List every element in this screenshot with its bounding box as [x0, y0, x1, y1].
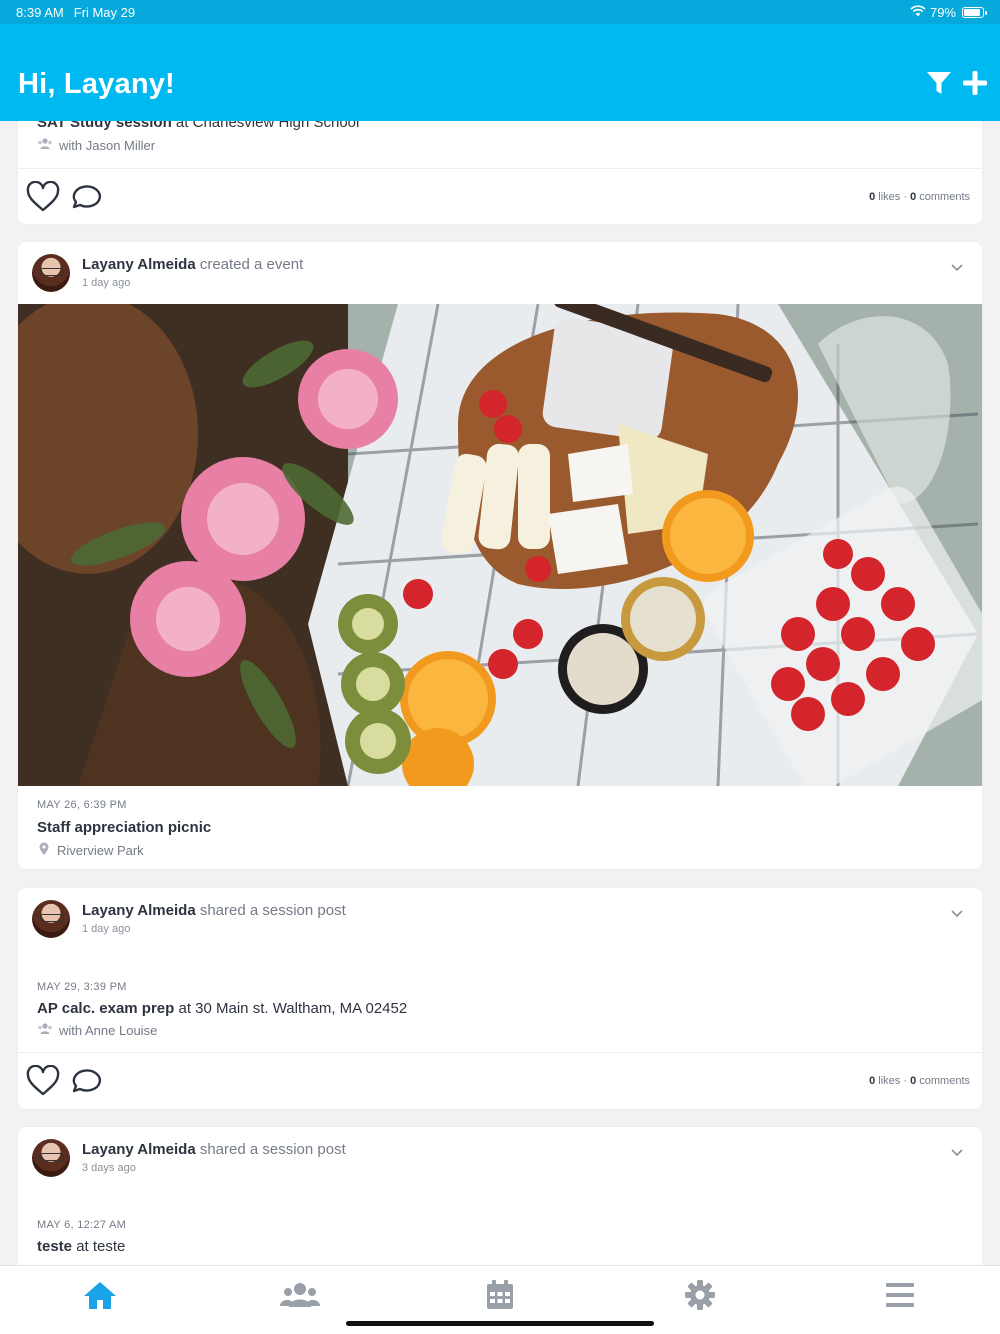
- picnic-image: [18, 304, 982, 786]
- event-date: MAY 26, 6:39 PM: [37, 799, 127, 811]
- heart-icon: [26, 180, 60, 212]
- comment-button[interactable]: [68, 181, 102, 218]
- home-icon: [84, 1282, 116, 1309]
- plus-icon: [962, 70, 988, 101]
- session-participants: with Anne Louise: [37, 1023, 157, 1038]
- post-timestamp: 1 day ago: [82, 277, 131, 289]
- session-title[interactable]: teste at teste: [37, 1238, 125, 1255]
- post-header: Layany Almeida shared a session post 1 d…: [18, 888, 982, 948]
- post-author-line: Layany Almeida shared a session post: [82, 902, 346, 919]
- chevron-down-icon[interactable]: [950, 906, 964, 920]
- post-header: Layany Almeida shared a session post 3 d…: [18, 1127, 982, 1187]
- session-date: MAY 6, 12:27 AM: [37, 1219, 127, 1231]
- comment-icon: [72, 1069, 101, 1093]
- chevron-down-icon[interactable]: [950, 1145, 964, 1159]
- status-bar: 8:39 AM Fri May 29 79%: [0, 0, 1000, 24]
- gear-icon: [685, 1280, 715, 1310]
- tab-groups[interactable]: [280, 1278, 320, 1312]
- add-button[interactable]: [960, 70, 990, 100]
- author-name[interactable]: Layany Almeida: [82, 1141, 196, 1158]
- author-name[interactable]: Layany Almeida: [82, 256, 196, 273]
- hamburger-icon: [886, 1283, 914, 1307]
- tab-calendar[interactable]: [480, 1278, 520, 1312]
- event-location: Riverview Park: [37, 842, 144, 859]
- post-timestamp: 3 days ago: [82, 1162, 136, 1174]
- session-title[interactable]: AP calc. exam prep at 30 Main st. Waltha…: [37, 1000, 407, 1017]
- avatar[interactable]: [32, 254, 70, 292]
- post-stats: 0 likes · 0 comments: [869, 1075, 970, 1087]
- session-title: SAT Study session at Charlesview High Sc…: [37, 121, 360, 131]
- session-post-card[interactable]: Layany Almeida shared a session post 1 d…: [18, 888, 982, 1109]
- comment-icon: [72, 185, 101, 209]
- session-participants: with Jason Miller: [37, 138, 155, 153]
- like-button[interactable]: [26, 1064, 60, 1102]
- filter-button[interactable]: [924, 70, 954, 100]
- tab-menu[interactable]: [880, 1278, 920, 1312]
- page-title: Hi, Layany!: [18, 68, 175, 100]
- battery-icon: [962, 6, 987, 18]
- session-post-card[interactable]: Layany Almeida shared a session post 3 d…: [18, 1127, 982, 1265]
- comment-button[interactable]: [68, 1065, 102, 1102]
- location-pin-icon: [37, 842, 51, 859]
- tab-settings[interactable]: [680, 1278, 720, 1312]
- author-name[interactable]: Layany Almeida: [82, 902, 196, 919]
- post-author-line: Layany Almeida created a event: [82, 256, 304, 273]
- people-icon: [280, 1283, 320, 1307]
- avatar[interactable]: [32, 900, 70, 938]
- people-icon: [37, 138, 53, 153]
- people-icon: [37, 1023, 53, 1038]
- post-header: Layany Almeida created a event 1 day ago: [18, 242, 982, 302]
- event-post-card[interactable]: Layany Almeida created a event 1 day ago: [18, 242, 982, 869]
- home-indicator: [346, 1321, 654, 1326]
- post-actions: 0 likes · 0 comments: [18, 168, 982, 224]
- filter-icon: [926, 70, 952, 101]
- calendar-icon: [487, 1280, 513, 1309]
- session-post-card: SAT Study session at Charlesview High Sc…: [18, 121, 982, 224]
- app-header: Hi, Layany!: [0, 24, 1000, 121]
- post-author-line: Layany Almeida shared a session post: [82, 1141, 346, 1158]
- post-stats: 0 likes · 0 comments: [869, 191, 970, 203]
- status-date: Fri May 29: [73, 4, 136, 20]
- post-actions: 0 likes · 0 comments: [18, 1052, 982, 1108]
- wifi-icon: [910, 4, 926, 20]
- session-date: MAY 29, 3:39 PM: [37, 981, 127, 993]
- event-title[interactable]: Staff appreciation picnic: [37, 819, 211, 836]
- chevron-down-icon[interactable]: [950, 260, 964, 274]
- event-photo[interactable]: [18, 304, 982, 786]
- status-time: 8:39 AM: [16, 4, 64, 20]
- battery-percent: 79%: [929, 4, 956, 20]
- activity-feed[interactable]: SAT Study session at Charlesview High Sc…: [0, 121, 1000, 1265]
- heart-icon: [26, 1064, 60, 1096]
- like-button[interactable]: [26, 180, 60, 218]
- avatar[interactable]: [32, 1139, 70, 1177]
- post-timestamp: 1 day ago: [82, 923, 131, 935]
- tab-home[interactable]: [80, 1278, 120, 1312]
